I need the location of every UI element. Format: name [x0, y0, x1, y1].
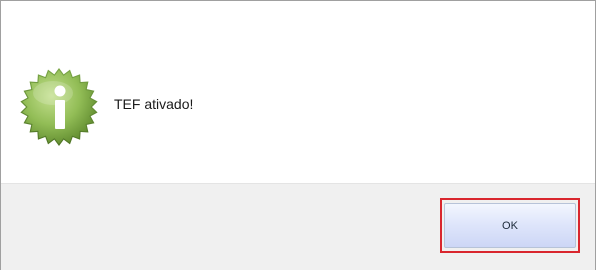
info-badge-icon [19, 67, 99, 147]
dialog-footer: OK [1, 183, 595, 270]
dialog-message: TEF ativado! [114, 96, 194, 112]
ok-button[interactable]: OK [444, 203, 576, 248]
message-dialog: TEF ativado! OK [0, 0, 596, 270]
dialog-content: TEF ativado! [1, 1, 595, 183]
